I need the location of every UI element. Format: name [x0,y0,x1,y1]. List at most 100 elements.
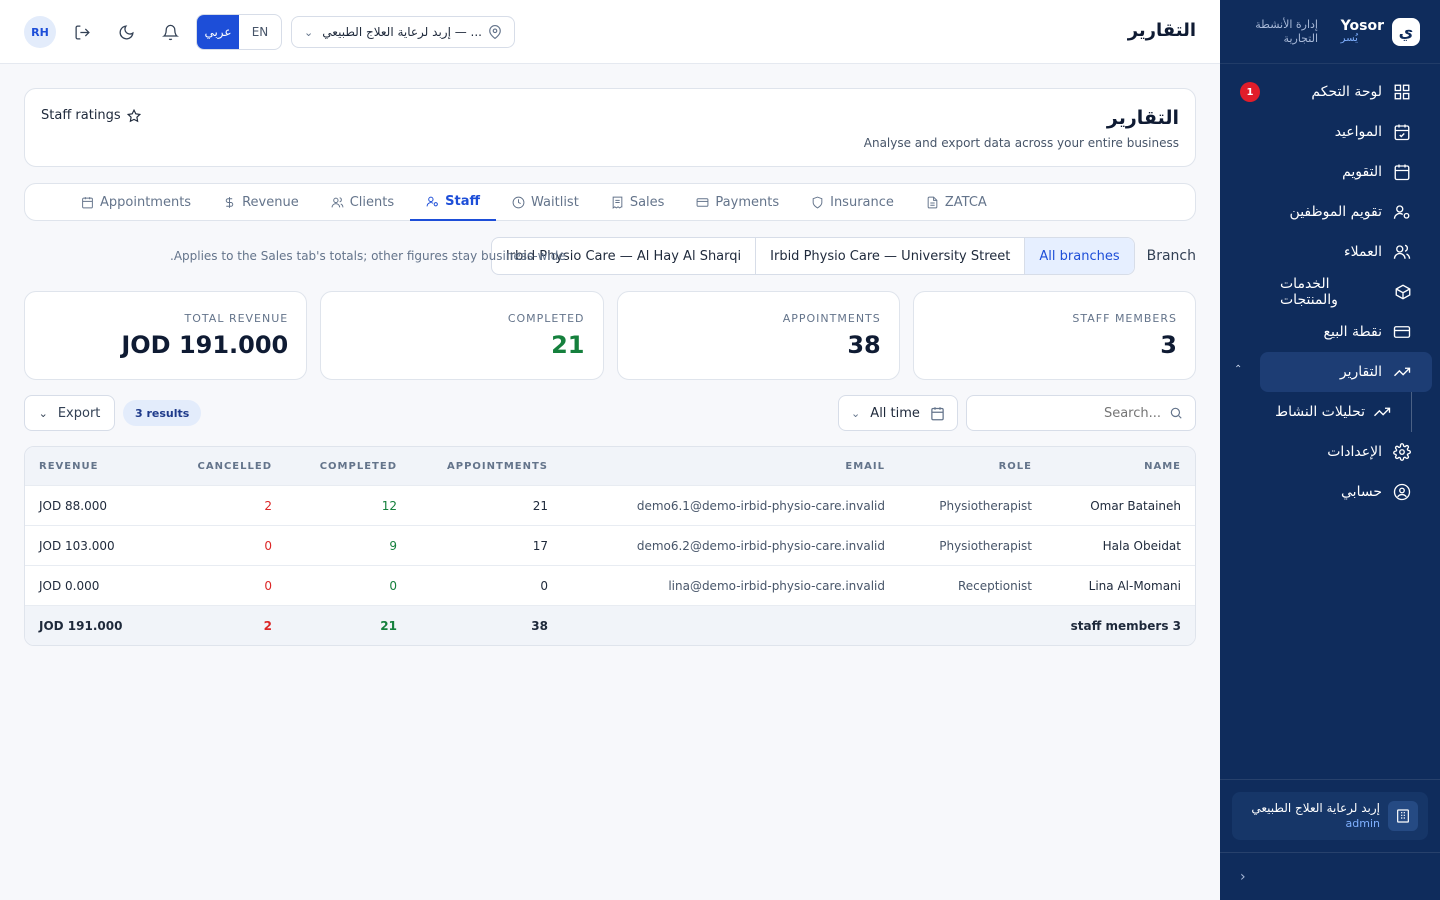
sidebar-item-6[interactable]: نقطة البيع [1260,312,1432,352]
avatar[interactable]: RH [24,16,56,48]
table-total-row: JOD 191.000 2 21 38 staff members 3 [25,605,1195,645]
sidebar-item-2[interactable]: التقويم [1260,152,1432,192]
user-cog-icon [1392,202,1412,222]
tab-label: ZATCA [944,194,987,210]
tab-waitlist[interactable]: Waitlist [496,184,595,221]
cell-email: demo6.2@demo-irbid-physio-care.invalid [636,538,885,553]
branch-note: .Applies to the Sales tab's totals; othe… [170,249,566,263]
lang-en-button[interactable]: EN [239,15,281,49]
star-icon [126,108,141,122]
stat-label: TOTAL REVENUE [184,312,289,325]
col-name[interactable]: NAME [1046,461,1195,472]
branch-option-university[interactable]: Irbid Physio Care — University Street [756,238,1026,274]
table-row[interactable]: JOD 0.000 0 0 0 lina@demo-irbid-physio-care.… [25,565,1195,605]
period-select[interactable]: ⌄ All time [838,395,958,431]
stats-row: STAFF MEMBERS 3 APPOINTMENTS 38 COMPLETE… [24,291,1196,380]
moon-icon[interactable] [116,22,136,42]
tab-revenue[interactable]: Revenue [207,184,315,221]
sidebar-item-label: نقطة البيع [1323,324,1382,340]
stat-label: STAFF MEMBERS [1072,312,1177,325]
sidebar-item-label: لوحة التحكم [1311,84,1382,100]
logo: ي [1392,17,1420,46]
brand: إدارة الأنشطة التجارية ي Yosor يُسر [1220,0,1440,64]
header-card: Staff ratings التقارير Analyse and expor… [24,88,1196,167]
logout-icon[interactable] [72,22,92,42]
cell-completed: 12 [381,498,397,513]
dashboard-icon [1392,82,1412,102]
col-email[interactable]: EMAIL [562,461,899,472]
cell-name: Lina Al-Momani [1088,578,1181,593]
cell-role: Physiotherapist [939,538,1032,553]
search-box [966,395,1196,431]
brand-logo-group[interactable]: ي Yosor يُسر [1340,17,1420,46]
branch-selector[interactable]: ⌄ إربد لرعاية العلاج الطبيعي — ... [291,16,515,48]
cell-role: Receptionist [957,578,1032,593]
branch-option-all[interactable]: All branches [1025,238,1134,274]
branch-filter: .Applies to the Sales tab's totals; othe… [24,237,1196,275]
tab-staff[interactable]: Staff [410,184,497,221]
table-row[interactable]: JOD 88.000 2 12 21 demo6.1@demo-irbid-physio… [25,485,1195,525]
sidebar-item-7[interactable]: ⌃ التقارير [1234,352,1432,392]
tab-insurance[interactable]: Insurance [795,184,910,221]
search-input[interactable] [991,405,1161,421]
export-button[interactable]: ⌄ Export [24,395,115,431]
sidebar-subitem-analytics[interactable]: تحليلات النشاط [1260,392,1412,432]
cell-name: Hala Obeidat [1102,538,1181,553]
tab-label: Clients [349,194,395,210]
users-icon [331,196,344,209]
map-pin-icon [489,25,501,39]
cell-revenue: JOD 0.000 [39,578,100,593]
sidebar-item-label: الإعدادات [1327,444,1382,460]
cell-completed: 0 [389,578,397,593]
branch-selector-label: إربد لرعاية العلاج الطبيعي — ... [322,25,482,39]
cell-revenue: JOD 103.000 [39,538,115,553]
sidebar-item-1[interactable]: المواعيد [1260,112,1432,152]
table-row[interactable]: JOD 103.000 0 9 17 demo6.2@demo-irbid-physio… [25,525,1195,565]
stat-completed: COMPLETED 21 [320,291,604,380]
sidebar-item-label: تقويم الموظفين [1289,204,1382,220]
tab-zatca[interactable]: ZATCA [910,184,1003,221]
user-circle-icon [1392,482,1412,502]
credit-card-icon [1392,322,1412,342]
tab-label: Staff [445,193,481,209]
brand-name: Yosor [1340,18,1384,34]
bell-icon[interactable] [160,22,180,42]
col-revenue[interactable]: REVENUE [25,461,165,472]
calendar-icon [931,406,944,420]
brand-caption: إدارة الأنشطة التجارية [1255,17,1318,45]
tab-payments[interactable]: Payments [680,184,795,221]
sidebar-collapse[interactable]: › [1220,852,1440,900]
sidebar-item-label: حسابي [1341,484,1382,500]
org-switcher[interactable]: إربد لرعاية العلاج الطبيعي admin [1232,792,1428,840]
tab-appointments[interactable]: Appointments [65,184,207,221]
cell-role: Physiotherapist [939,498,1032,513]
sidebar-item-0[interactable]: 1 لوحة التحكم [1240,72,1432,112]
calendar-icon [81,196,94,209]
branch-segmented-control: Irbid Physio Care — Al Hay Al Sharqi Irb… [490,237,1135,275]
header-subtitle: Analyse and export data across your enti… [863,136,1179,150]
chevron-up-icon: ⌃ [1234,364,1243,375]
col-appointments[interactable]: APPOINTMENTS [411,461,562,472]
total-completed: 21 [380,618,397,633]
trending-up-icon [1392,362,1412,382]
sidebar-item-4[interactable]: العملاء [1260,232,1432,272]
tab-clients[interactable]: Clients [315,184,410,221]
tab-sales[interactable]: Sales [595,184,681,221]
gear-icon [1392,442,1412,462]
sidebar-item-8[interactable]: الإعدادات [1260,432,1432,472]
sidebar-item-5[interactable]: الخدمات والمنتجات [1260,272,1432,312]
col-completed[interactable]: COMPLETED [286,461,411,472]
lang-ar-button[interactable]: عربي [197,15,239,49]
cell-cancelled: 2 [264,498,272,513]
sidebar-item-3[interactable]: تقويم الموظفين [1260,192,1432,232]
staff-ratings-button[interactable]: Staff ratings [41,108,141,123]
col-cancelled[interactable]: CANCELLED [165,461,286,472]
language-toggle: عربي EN [196,14,282,50]
col-role[interactable]: ROLE [899,461,1046,472]
chevron-right-icon: › [1240,868,1246,885]
cell-appointments: 0 [540,578,548,593]
sidebar-item-9[interactable]: حسابي [1260,472,1432,512]
tab-label: Sales [629,194,665,210]
total-name: staff members 3 [1070,618,1181,633]
staff-ratings-label: Staff ratings [41,108,121,123]
